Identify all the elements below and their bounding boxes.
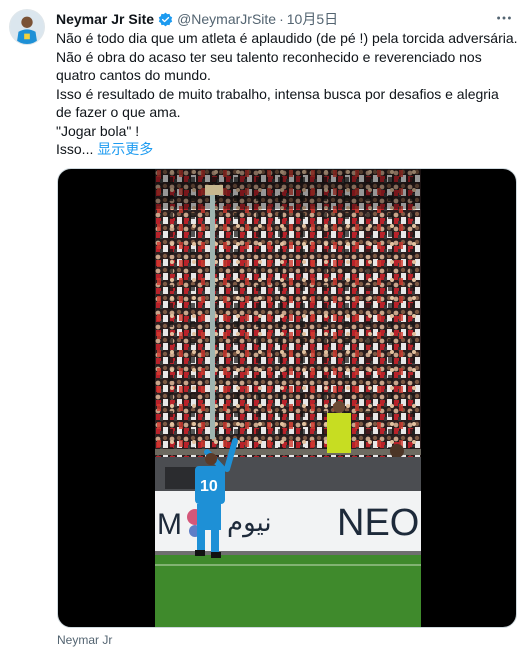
tweet[interactable]: Neymar Jr Site @NeymarJrSite · 10月5日 Não… [0,0,526,650]
tweet-date[interactable]: 10月5日 [287,9,338,29]
banner-text-m: M [157,508,182,541]
author-name[interactable]: Neymar Jr Site [56,11,154,27]
verified-badge-icon [158,12,173,27]
tweet-line: "Jogar bola" ! [56,122,140,139]
tweet-header: Neymar Jr Site @NeymarJrSite · 10月5日 [56,9,338,29]
more-options-icon[interactable] [494,8,514,28]
header-separator: · [279,11,284,27]
tweet-line: Isso é resultado de muito trabalho, inte… [56,85,499,121]
tweet-line: Não é obra do acaso ter seu talento reco… [56,48,482,84]
player-number: 10 [200,478,218,495]
author-handle[interactable]: @NeymarJrSite [177,11,276,27]
media-caption: Neymar Jr [57,633,113,647]
tweet-line-ellipsis: Isso... [56,141,94,157]
stadium-photo[interactable]: M نيوم NEO 10 [155,169,421,627]
show-more-link[interactable]: 显示更多 [97,141,153,157]
tweet-text: Não é todo dia que um atleta é aplaudido… [56,29,518,159]
tweet-media[interactable]: M نيوم NEO 10 [57,168,517,628]
banner-text-arabic: نيوم [227,508,272,538]
author-avatar[interactable] [9,9,45,45]
tweet-line: Não é todo dia que um atleta é aplaudido… [56,30,518,46]
banner-text-neo: NEO [337,502,419,544]
tweet-line-last: Isso... 显示更多 [56,140,518,159]
